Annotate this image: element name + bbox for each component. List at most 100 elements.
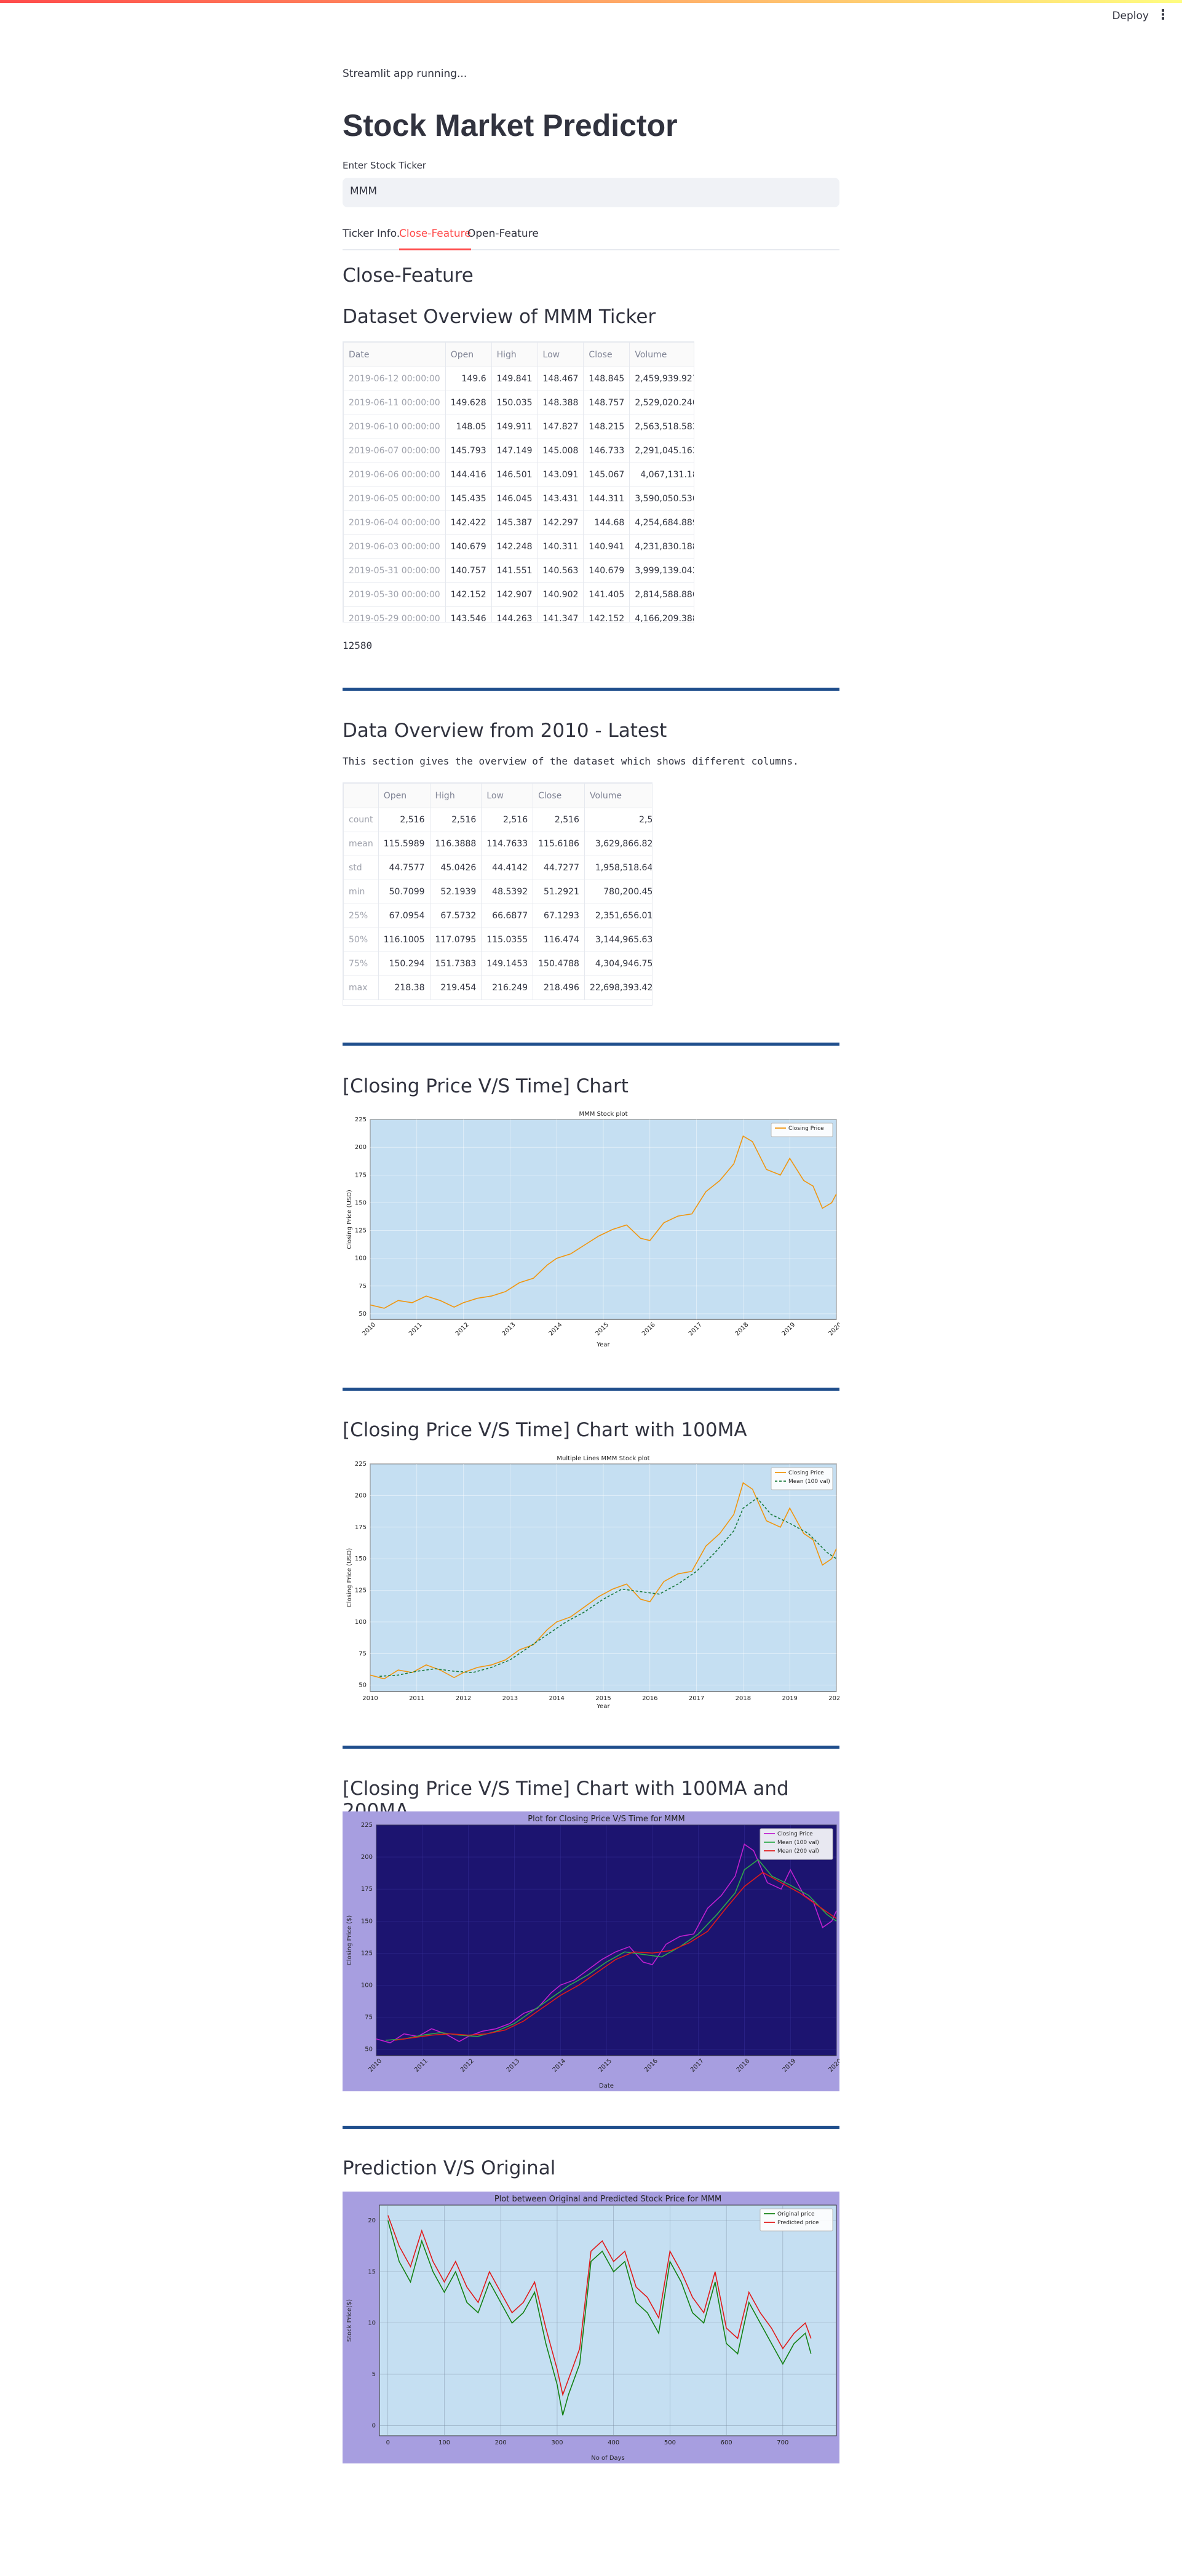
x-tick-label: 2018 bbox=[736, 1695, 751, 1702]
y-tick-label: 200 bbox=[361, 1854, 373, 1861]
table-cell: 149.841 bbox=[491, 367, 538, 391]
x-tick-label: 100 bbox=[438, 2439, 450, 2446]
legend-label: Original price bbox=[777, 2211, 815, 2217]
row-index-cell: 2019-06-05 00:00:00 bbox=[343, 487, 446, 511]
table-cell: 51.2921 bbox=[533, 880, 585, 904]
tab-ticker-info[interactable]: Ticker Info. bbox=[343, 228, 400, 240]
overview-dataframe[interactable]: Date Open High Low Close Volume 2019-06-12 00… bbox=[343, 341, 694, 622]
legend-label: Mean (100 val) bbox=[788, 1479, 830, 1485]
x-tick-label: 2017 bbox=[689, 1695, 704, 1702]
table-row: 2019-05-30 00:00:00 142.152 142.907 140.902… bbox=[343, 582, 694, 607]
overview-column-header[interactable]: Open bbox=[445, 342, 492, 367]
table-cell: 141.347 bbox=[537, 606, 584, 622]
overview-column-header[interactable]: Low bbox=[537, 342, 584, 367]
table-cell: 141.551 bbox=[491, 559, 538, 583]
overview-column-header[interactable]: Date bbox=[343, 342, 446, 367]
table-cell: 144.311 bbox=[583, 487, 630, 511]
deploy-button[interactable]: Deploy bbox=[1112, 10, 1149, 22]
stats-dataframe[interactable]: Open High Low Close Volume count 2,516 2,516 2,… bbox=[343, 782, 652, 1006]
table-cell: 4,067,131.184 bbox=[629, 463, 694, 487]
x-tick-label: 700 bbox=[777, 2439, 788, 2446]
stats-column-header[interactable]: Low bbox=[481, 783, 534, 808]
x-tick-label: 2010 bbox=[361, 1321, 377, 1337]
chart2-section-title: [Closing Price V/S Time] Chart with 100M… bbox=[343, 1419, 747, 1441]
divider bbox=[343, 1746, 839, 1749]
more-vertical-icon[interactable]: ⋮ bbox=[1156, 7, 1170, 23]
x-tick-label: 2013 bbox=[501, 1321, 517, 1337]
table-cell: 147.827 bbox=[537, 415, 584, 439]
legend-label: Closing Price bbox=[777, 1831, 813, 1837]
x-tick-label: 2014 bbox=[548, 1321, 564, 1337]
table-cell: 148.215 bbox=[583, 415, 630, 439]
stats-title: Data Overview from 2010 - Latest bbox=[343, 720, 667, 742]
row-index-cell: 75% bbox=[343, 952, 379, 976]
y-tick-label: 50 bbox=[365, 2046, 373, 2053]
table-cell: 44.7577 bbox=[378, 856, 430, 880]
y-tick-label: 125 bbox=[355, 1588, 367, 1594]
y-axis-label: Closing Price (USD) bbox=[346, 1190, 353, 1249]
prediction-vs-original-chart: 051015200 100 200 300 400 500 600 700Plot betwe… bbox=[343, 2192, 839, 2463]
table-cell: 2,516 bbox=[378, 808, 430, 832]
overview-column-header[interactable]: Close bbox=[583, 342, 630, 367]
x-axis-label: Date bbox=[599, 2083, 614, 2089]
y-tick-label: 200 bbox=[355, 1144, 367, 1151]
legend-label: Closing Price bbox=[788, 1470, 824, 1476]
table-cell: 2,515 bbox=[584, 808, 652, 832]
overview-column-header[interactable]: Volume bbox=[629, 342, 694, 367]
table-cell: 145.793 bbox=[445, 439, 492, 463]
table-row: 2019-05-31 00:00:00 140.757 141.551 140.563… bbox=[343, 559, 694, 583]
table-cell: 218.38 bbox=[378, 976, 430, 1000]
table-cell: 4,304,946.7515 bbox=[584, 952, 652, 976]
tab-bar: Ticker Info. Close-Feature Open-Feature bbox=[343, 225, 839, 250]
table-row: 2019-06-03 00:00:00 140.679 142.248 140.311… bbox=[343, 535, 694, 559]
overview-column-header[interactable]: High bbox=[491, 342, 538, 367]
stats-column-header[interactable]: Close bbox=[533, 783, 585, 808]
row-index-cell: 2019-06-03 00:00:00 bbox=[343, 535, 446, 559]
row-index-cell: 2019-06-10 00:00:00 bbox=[343, 415, 446, 439]
table-row: count2,5162,5162,5162,5162,515 bbox=[343, 808, 652, 832]
stats-column-header[interactable]: Volume bbox=[584, 783, 652, 808]
table-cell: 22,698,393.4217 bbox=[584, 976, 652, 1000]
divider bbox=[343, 1043, 839, 1046]
top-decoration-bar bbox=[0, 0, 1182, 3]
legend-label: Mean (200 val) bbox=[777, 1848, 819, 1854]
x-tick-label: 2017 bbox=[688, 1321, 704, 1337]
y-tick-label: 15 bbox=[368, 2268, 376, 2275]
table-cell: 143.546 bbox=[445, 606, 492, 622]
table-cell: 216.249 bbox=[481, 976, 534, 1000]
x-tick-label: 2012 bbox=[456, 1695, 471, 1702]
stats-description: This section gives the overview of the d… bbox=[343, 755, 799, 767]
table-cell: 4,166,209.3884 bbox=[629, 606, 694, 622]
table-cell: 2,516 bbox=[533, 808, 585, 832]
table-cell: 2,814,588.8867 bbox=[629, 582, 694, 607]
table-cell: 151.7383 bbox=[429, 952, 482, 976]
legend-label: Closing Price bbox=[788, 1126, 824, 1132]
table-row: 75% 150.294 151.7383 149.1453 150.4788 4,304,… bbox=[343, 952, 652, 976]
chart1-section-title: [Closing Price V/S Time] Chart bbox=[343, 1075, 629, 1097]
x-tick-label: 2015 bbox=[594, 1321, 610, 1337]
x-tick-label: 2016 bbox=[641, 1321, 657, 1337]
closing-price-100ma-200ma-chart: 50751001251501752002252010 2011 2012 2013 20… bbox=[343, 1811, 839, 2091]
table-cell: 145.387 bbox=[491, 511, 538, 535]
ticker-input[interactable]: MMM bbox=[343, 178, 839, 207]
table-row: 2019-06-07 00:00:00 145.793 147.149 145.008… bbox=[343, 439, 694, 463]
y-tick-label: 50 bbox=[359, 1311, 367, 1318]
x-tick-label: 400 bbox=[608, 2439, 619, 2446]
tab-close-feature[interactable]: Close-Feature bbox=[399, 228, 471, 250]
table-cell: 4,231,830.1889 bbox=[629, 535, 694, 559]
table-cell: 44.7277 bbox=[533, 856, 585, 880]
table-cell: 146.501 bbox=[491, 463, 538, 487]
table-cell: 116.474 bbox=[533, 928, 585, 952]
y-tick-label: 10 bbox=[368, 2320, 376, 2327]
table-cell: 148.757 bbox=[583, 391, 630, 415]
stats-column-header[interactable]: High bbox=[429, 783, 482, 808]
x-tick-label: 2011 bbox=[408, 1321, 424, 1337]
table-cell: 48.5392 bbox=[481, 880, 534, 904]
table-cell: 115.0355 bbox=[481, 928, 534, 952]
stats-column-header[interactable]: Open bbox=[378, 783, 430, 808]
tab-open-feature[interactable]: Open-Feature bbox=[467, 228, 539, 240]
chart-title: Plot for Closing Price V/S Time for MMM bbox=[528, 1815, 684, 1824]
y-tick-label: 100 bbox=[355, 1619, 367, 1626]
closing-price-chart: 50 75 100 125 150 175 200 225 2010 2011 2012 2013 20… bbox=[346, 1111, 839, 1348]
stats-column-header[interactable] bbox=[343, 783, 379, 808]
